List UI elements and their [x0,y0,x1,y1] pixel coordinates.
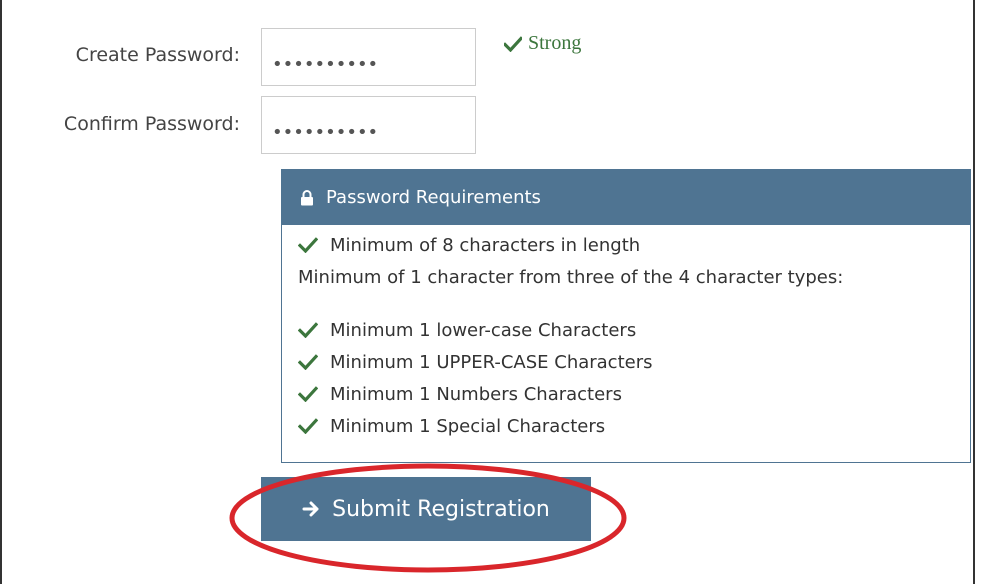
check-icon [298,354,318,370]
check-icon [298,386,318,402]
password-strength-indicator: Strong [504,32,581,55]
arrow-right-icon [302,501,319,517]
check-icon [298,322,318,338]
check-icon [298,237,318,253]
password-strength-text: Strong [528,32,582,54]
requirement-numbers-text: Minimum 1 Numbers Characters [330,383,622,405]
requirement-uppercase-text: Minimum 1 UPPER-CASE Characters [330,351,653,373]
requirement-length-text: Minimum of 8 characters in length [330,234,641,256]
requirement-item: Minimum 1 lower-case Characters [298,314,970,346]
password-requirements-title: Password Requirements [326,187,541,208]
create-password-label: Create Password: [75,44,240,66]
create-password-field[interactable] [261,28,476,86]
requirement-item: Minimum 1 UPPER-CASE Characters [298,346,970,378]
lock-icon [301,189,313,205]
password-requirements-header: Password Requirements [282,170,970,225]
password-requirements-body: Minimum of 8 characters in length Minimu… [282,225,970,442]
password-requirements-panel: Password Requirements Minimum of 8 chara… [281,169,971,463]
confirm-password-field[interactable] [261,96,476,154]
requirement-types-intro-text: Minimum of 1 character from three of the… [298,266,844,288]
check-icon [504,35,522,52]
requirement-types-intro: Minimum of 1 character from three of the… [298,261,970,293]
requirement-lowercase-text: Minimum 1 lower-case Characters [330,319,637,341]
requirement-special-text: Minimum 1 Special Characters [330,415,606,437]
confirm-password-label: Confirm Password: [63,113,240,135]
requirement-item: Minimum of 8 characters in length [298,229,970,261]
requirement-item: Minimum 1 Numbers Characters [298,378,970,410]
submit-registration-label: Submit Registration [332,496,550,522]
requirement-item: Minimum 1 Special Characters [298,410,970,442]
submit-registration-button[interactable]: Submit Registration [261,477,591,541]
check-icon [298,418,318,434]
